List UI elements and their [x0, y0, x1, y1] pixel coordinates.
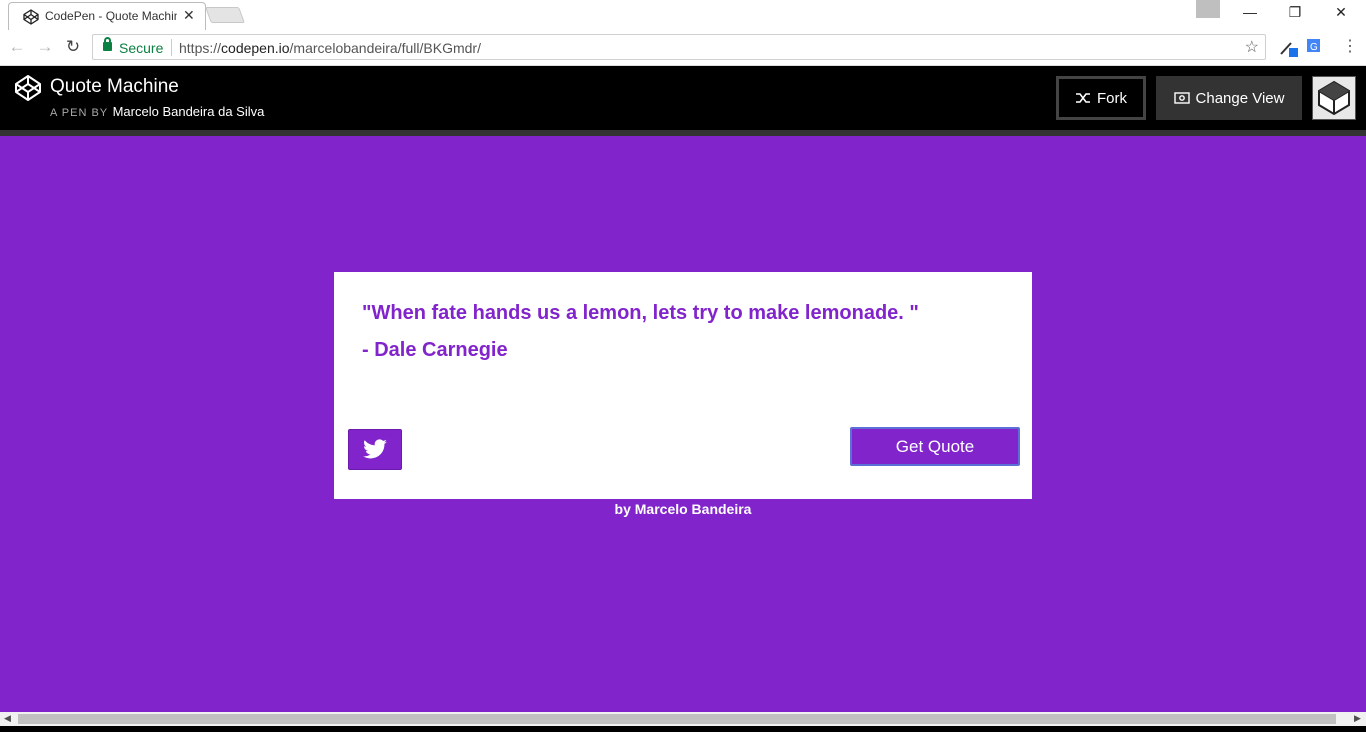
fork-button[interactable]: Fork [1056, 76, 1146, 120]
restore-icon[interactable]: ❐ [1285, 4, 1305, 21]
get-quote-button[interactable]: Get Quote [850, 427, 1020, 466]
pen-preview: "When fate hands us a lemon, lets try to… [0, 136, 1366, 712]
quote-author: - Dale Carnegie [362, 339, 508, 361]
reload-icon[interactable]: ↻ [62, 37, 84, 57]
window-close-icon[interactable]: ✕ [1331, 4, 1351, 21]
url-path: /marcelobandeira/full/BKGmdr/ [289, 40, 481, 56]
tab-title: CodePen - Quote Machine [45, 9, 177, 23]
codepen-header: Quote Machine A PEN BY Marcelo Bandeira … [0, 66, 1366, 130]
user-avatar[interactable] [1312, 76, 1356, 120]
horizontal-scrollbar[interactable]: ◀ ▶ [0, 712, 1366, 726]
codepen-icon [23, 9, 39, 25]
lock-icon [103, 37, 112, 51]
footer-credit: by Marcelo Bandeira [614, 501, 752, 517]
tweet-button[interactable] [348, 429, 402, 470]
minimize-icon[interactable]: — [1240, 4, 1260, 20]
browser-tab[interactable]: CodePen - Quote Machine ✕ [8, 2, 206, 30]
tab-close-icon[interactable]: ✕ [183, 7, 195, 24]
pen-byline: A PEN BY Marcelo Bandeira da Silva [50, 103, 264, 121]
scroll-right-icon[interactable]: ▶ [1354, 713, 1361, 724]
avatar-cube-icon [1318, 80, 1350, 116]
url-scheme: https:// [179, 40, 222, 56]
scrollbar-thumb[interactable] [18, 714, 1336, 724]
forward-icon[interactable]: → [34, 37, 56, 57]
new-tab-button[interactable] [205, 7, 245, 23]
translate-extension-icon[interactable]: G [1306, 38, 1326, 56]
quote-text: "When fate hands us a lemon, lets try to… [362, 302, 919, 324]
omnibox-divider [171, 39, 172, 56]
address-bar[interactable]: Secure https://codepen.io/marcelobandeir… [92, 34, 1266, 60]
menu-icon[interactable]: ⋮ [1342, 36, 1358, 56]
browser-tab-strip: CodePen - Quote Machine ✕ — ❐ ✕ [0, 0, 1366, 30]
back-icon[interactable]: ← [6, 37, 28, 57]
fork-icon [1076, 93, 1090, 103]
fork-label: Fork [1097, 89, 1127, 107]
eye-icon [1173, 92, 1190, 104]
url-host: codepen.io [221, 40, 290, 56]
browser-toolbar: ← → ↻ Secure https://codepen.io/marcelob… [0, 30, 1366, 66]
author-link[interactable]: Marcelo Bandeira da Silva [113, 104, 265, 119]
eyedropper-extension-icon[interactable] [1278, 38, 1300, 58]
profile-button[interactable] [1196, 0, 1220, 18]
byline-prefix: A PEN BY [50, 107, 109, 119]
pen-title: Quote Machine [50, 76, 179, 97]
secure-label: Secure [119, 40, 164, 56]
twitter-icon [363, 438, 387, 458]
url-text: https://codepen.io/marcelobandeira/full/… [179, 40, 481, 56]
quote-card: "When fate hands us a lemon, lets try to… [334, 272, 1032, 499]
codepen-logo-icon[interactable] [14, 74, 42, 102]
star-icon[interactable]: ☆ [1245, 37, 1259, 57]
scroll-left-icon[interactable]: ◀ [4, 713, 11, 724]
change-view-label: Change View [1195, 89, 1285, 107]
taskbar-edge [0, 726, 1366, 732]
svg-text:G: G [1310, 42, 1318, 53]
change-view-button[interactable]: Change View [1156, 76, 1302, 120]
